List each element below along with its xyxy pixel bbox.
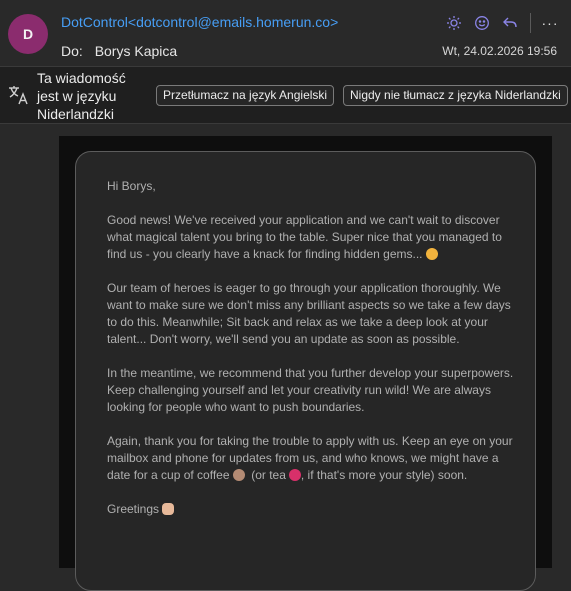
sender-avatar[interactable]: D: [8, 14, 48, 54]
waving-hand-icon: [162, 503, 175, 515]
sender-address[interactable]: DotControl<dotcontrol@emails.homerun.co>: [61, 14, 338, 30]
email-content: Hi Borys, Good news! We've received your…: [107, 178, 517, 535]
recipient-row: Do: Borys Kapica: [61, 43, 177, 59]
message-date: Wt, 24.02.2026 19:56: [442, 44, 557, 58]
translate-icon: [7, 83, 31, 107]
smiling-face-icon: [425, 248, 438, 260]
translation-bar: Ta wiadomość jest w języku Niderlandzki …: [0, 66, 571, 124]
email-paragraph: Good news! We've received your applicati…: [107, 212, 517, 263]
to-label: Do:: [61, 43, 83, 59]
reply-icon[interactable]: [496, 12, 524, 34]
message-body: Hi Borys, Good news! We've received your…: [0, 124, 571, 591]
email-card: Hi Borys, Good news! We've received your…: [75, 151, 536, 591]
email-closing-text: Greetings: [107, 502, 160, 516]
message-actions: ···: [440, 12, 561, 34]
translate-button[interactable]: Przetłumacz na język Angielski: [156, 85, 335, 106]
email-paragraph: Our team of heroes is eager to go throug…: [107, 281, 511, 346]
email-paragraph: In the meantime, we recommend that you f…: [107, 366, 514, 414]
email-greeting: Hi Borys,: [107, 179, 156, 193]
email-frame: Hi Borys, Good news! We've received your…: [59, 136, 552, 591]
never-translate-button[interactable]: Nigdy nie tłumacz z języka Niderlandzki: [343, 85, 568, 106]
email-paragraph-text: , if that's more your style) soon.: [300, 468, 468, 482]
coffee-icon: [232, 469, 245, 481]
more-icon[interactable]: ···: [539, 15, 561, 31]
tea-icon: [288, 469, 301, 481]
email-closing: Greetings: [107, 501, 517, 518]
smiley-icon[interactable]: [468, 12, 496, 34]
message-header: D DotControl<dotcontrol@emails.homerun.c…: [0, 0, 571, 66]
recipient-name[interactable]: Borys Kapica: [95, 43, 177, 59]
email-paragraph-text: (or tea: [251, 468, 286, 482]
sun-icon[interactable]: [440, 12, 468, 34]
actions-divider: [530, 13, 531, 33]
email-paragraph: Again, thank you for taking the trouble …: [107, 433, 517, 484]
email-paragraph-text: Good news! We've received your applicati…: [107, 213, 502, 261]
translation-notice: Ta wiadomość jest w języku Niderlandzki: [37, 70, 126, 122]
